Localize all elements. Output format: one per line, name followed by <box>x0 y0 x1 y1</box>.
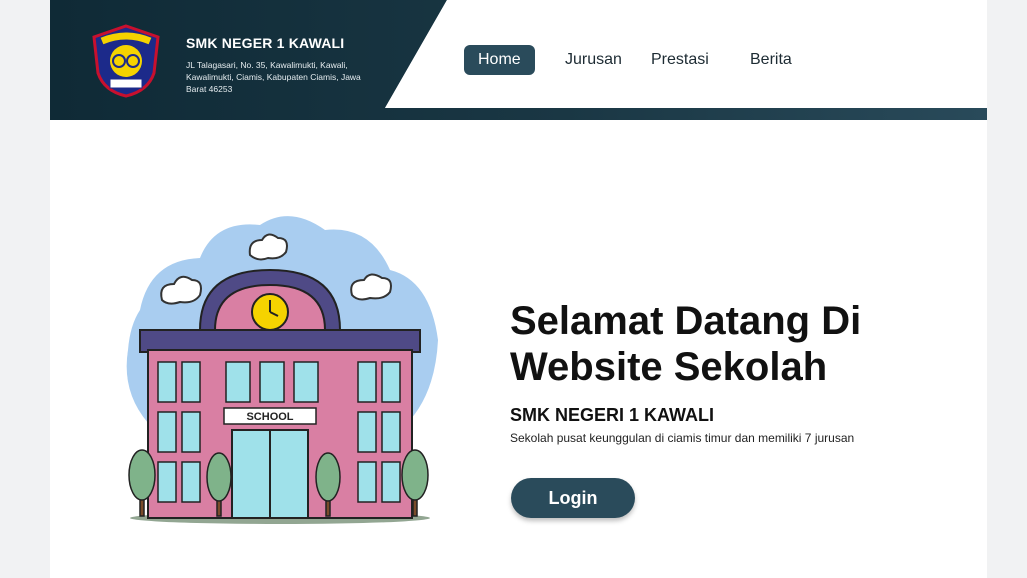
nav-prestasi[interactable]: Prestasi <box>651 45 709 75</box>
school-name: SMK NEGER 1 KAWALI <box>186 35 345 51</box>
hero-description: Sekolah pusat keunggulan di ciamis timur… <box>510 431 855 445</box>
school-address: JL Talagasari, No. 35, Kawalimukti, Kawa… <box>186 60 361 94</box>
login-button[interactable]: Login <box>511 478 635 518</box>
site-header: SMK NEGER 1 KAWALI JL Talagasari, No. 35… <box>50 0 987 120</box>
school-emblem-icon[interactable] <box>88 23 164 99</box>
school-building-icon: SCHOOL <box>126 216 438 524</box>
nav-berita[interactable]: Berita <box>750 45 792 75</box>
nav-jurusan[interactable]: Jurusan <box>565 45 622 75</box>
school-sign-text: SCHOOL <box>246 411 293 423</box>
page: SMK NEGER 1 KAWALI JL Talagasari, No. 35… <box>50 0 987 578</box>
hero-school-name: SMK NEGERI 1 KAWALI <box>510 405 715 425</box>
nav-home[interactable]: Home <box>464 45 535 75</box>
hero-title: Selamat Datang Di Website Sekolah <box>510 299 862 389</box>
